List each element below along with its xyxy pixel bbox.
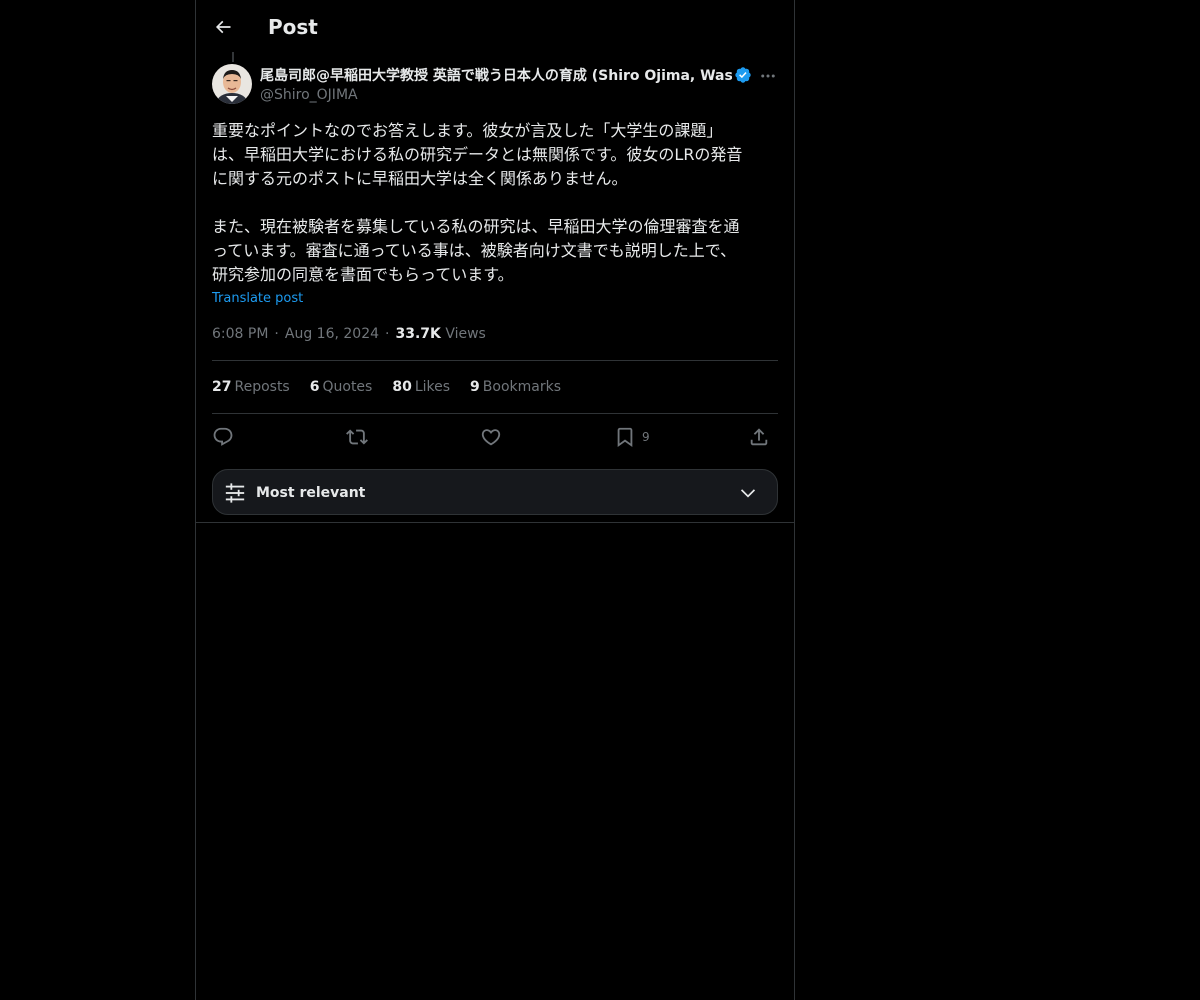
reply-sort-dropdown[interactable]: Most relevant — [212, 469, 778, 515]
avatar-photo — [212, 64, 252, 104]
arrow-left-icon — [215, 20, 231, 34]
bookmark-icon — [617, 427, 633, 448]
divider — [212, 413, 778, 414]
sliders-icon — [225, 483, 245, 503]
stat-bookmarks[interactable]: 9 Bookmarks — [470, 376, 561, 398]
like-button[interactable] — [480, 423, 502, 451]
engagement-stats: 27 Reposts 6 Quotes 80 Likes 9 Bookmarks — [212, 376, 561, 398]
author-name-row: 尾島司郎@早稲田大学教授 英語で戦う日本人の育成 (Shiro Ojima, W… — [260, 64, 734, 86]
repost-button[interactable] — [346, 423, 368, 451]
bookmark-count: 9 — [642, 430, 650, 444]
meta-separator: · — [274, 326, 279, 342]
share-button[interactable] — [748, 423, 770, 451]
share-icon — [750, 428, 768, 446]
page-title: Post — [268, 15, 318, 39]
meta-separator: · — [385, 326, 390, 342]
action-bar: 9 — [212, 423, 778, 451]
main-column: Post 尾島司郎@早稲田大学教授 英語で戦う日本人の育成 (Shiro Oji… — [195, 0, 795, 1000]
page-header: Post — [196, 0, 794, 53]
sort-label: Most relevant — [256, 485, 366, 501]
views-count: 33.7K — [395, 326, 441, 342]
post-paragraph: また、現在被験者を募集している私の研究は、早稲田大学の倫理審査を通 っています。… — [212, 217, 740, 284]
author-handle[interactable]: @Shiro_OJIMA — [260, 85, 358, 105]
stat-likes[interactable]: 80 Likes — [392, 376, 450, 398]
reply-icon — [213, 427, 233, 446]
post-time[interactable]: 6:08 PM — [212, 326, 268, 342]
post-text: 重要なポイントなのでお答えします。彼女が言及した「大学生の課題」 は、早稲田大学… — [212, 119, 780, 287]
verified-badge-icon[interactable] — [734, 66, 752, 84]
divider — [212, 360, 778, 361]
more-options-button[interactable] — [756, 64, 780, 88]
stat-quotes[interactable]: 6 Quotes — [310, 376, 373, 398]
reply-button[interactable] — [212, 423, 234, 451]
post-paragraph: 重要なポイントなのでお答えします。彼女が言及した「大学生の課題」 は、早稲田大学… — [212, 121, 743, 188]
views-label: Views — [445, 326, 486, 342]
stat-reposts[interactable]: 27 Reposts — [212, 376, 290, 398]
post-date[interactable]: Aug 16, 2024 — [285, 326, 379, 342]
repost-icon — [346, 429, 368, 445]
author-display-name[interactable]: 尾島司郎@早稲田大学教授 英語で戦う日本人の育成 (Shiro Ojima, W… — [260, 65, 732, 85]
more-horizontal-icon — [761, 74, 775, 78]
thread-connector-line — [232, 52, 234, 62]
heart-icon — [481, 429, 501, 446]
post-meta: 6:08 PM · Aug 16, 2024 · 33.7K Views — [212, 323, 486, 345]
bookmark-button[interactable]: 9 — [614, 423, 650, 451]
back-button[interactable] — [208, 12, 238, 42]
chevron-down-icon — [740, 489, 756, 498]
translate-post-link[interactable]: Translate post — [212, 289, 303, 309]
divider — [196, 522, 794, 523]
avatar[interactable] — [212, 64, 252, 104]
